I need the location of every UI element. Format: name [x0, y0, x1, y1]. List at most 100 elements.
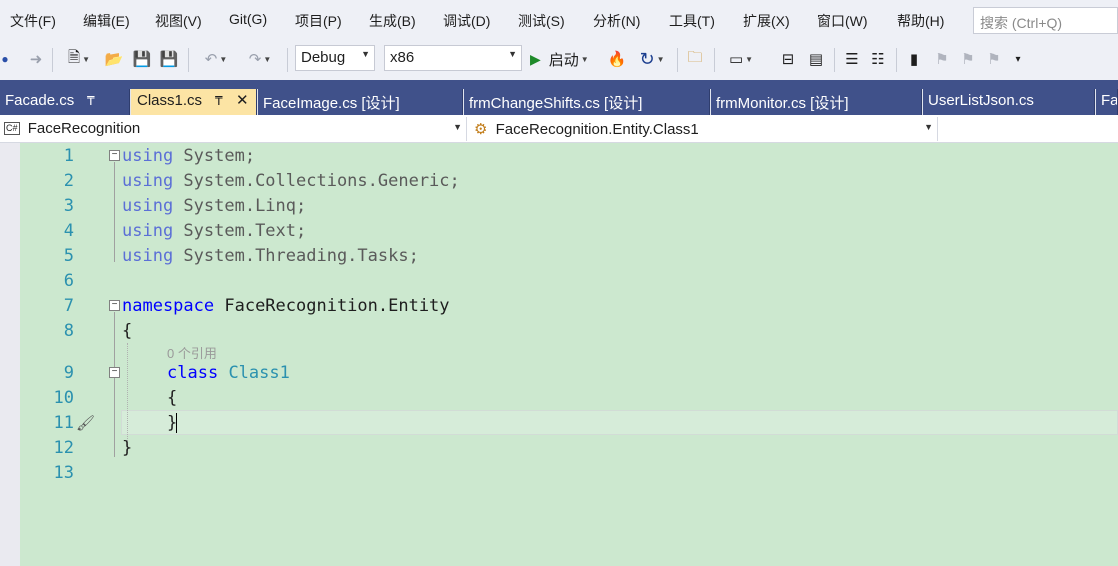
restart-icon[interactable]: ↻ ▼ — [634, 48, 670, 70]
tab-label: frmChangeShifts.cs [设计] — [469, 95, 643, 112]
line-number: 5 — [63, 246, 74, 266]
chevron-down-icon: ▼ — [924, 122, 933, 132]
menu-file[interactable]: 文件(F) — [10, 11, 56, 31]
quick-actions-icon[interactable]: 🖌 — [76, 414, 95, 432]
csharp-project-icon: C# — [4, 122, 20, 135]
project-name: FaceRecognition — [27, 120, 141, 137]
indent-guide — [127, 343, 128, 453]
menu-debug[interactable]: 调试(D) — [443, 11, 490, 31]
clear-bookmarks-icon[interactable]: ⚑ — [984, 48, 1004, 70]
menu-bar: 文件(F) 编辑(E) 视图(V) Git(G) 项目(P) 生成(B) 调试(… — [0, 0, 1118, 40]
collapse-icon[interactable]: − — [109, 367, 120, 378]
hot-reload-icon[interactable]: 🔥 — [608, 48, 627, 70]
tab-frmmonitor[interactable]: frmMonitor.cs [设计] — [711, 89, 922, 115]
search-input[interactable]: 搜索 (Ctrl+Q) — [973, 7, 1118, 34]
menu-edit[interactable]: 编辑(E) — [83, 11, 130, 31]
collapse-icon[interactable]: − — [109, 300, 120, 311]
pin-icon[interactable]: ₸ — [215, 94, 223, 108]
menu-project[interactable]: 项目(P) — [295, 11, 342, 31]
line-number: 8 — [63, 321, 74, 341]
code-editor[interactable]: 1 2 3 4 5 6 7 8 9 10 11 12 13 🖌 − − − us… — [0, 143, 1118, 566]
line-number: 1 — [63, 146, 74, 166]
tab-overflow[interactable]: Fa — [1096, 89, 1118, 115]
menu-analyze[interactable]: 分析(N) — [593, 11, 640, 31]
toolbar-separator — [834, 48, 835, 72]
line-number: 13 — [53, 463, 74, 483]
tab-label: Fa — [1101, 92, 1118, 109]
line-number: 11 — [53, 413, 74, 433]
menu-view[interactable]: 视图(V) — [155, 11, 202, 31]
menu-extensions[interactable]: 扩展(X) — [743, 11, 790, 31]
tab-class1[interactable]: Class1.cs ₸ ✕ — [131, 89, 257, 115]
chevron-down-icon: ▼ — [508, 49, 517, 59]
tab-frmchangeshifts[interactable]: frmChangeShifts.cs [设计] — [464, 89, 710, 115]
menu-window[interactable]: 窗口(W) — [817, 11, 868, 31]
menu-test[interactable]: 测试(S) — [518, 11, 565, 31]
pin-icon[interactable]: ₸ — [87, 94, 95, 108]
platform-select[interactable]: x86 ▼ — [384, 45, 522, 71]
configuration-select[interactable]: Debug ▼ — [295, 45, 375, 71]
forward-icon[interactable]: ➜ — [27, 48, 45, 70]
configuration-value: Debug — [301, 49, 346, 66]
menu-tools[interactable]: 工具(T) — [669, 11, 715, 31]
toolbar-separator — [896, 48, 897, 72]
browser-link-icon[interactable]: ▭ ▼ — [722, 48, 760, 70]
toolbar-separator — [52, 48, 53, 72]
text-caret — [176, 413, 177, 433]
line-number: 7 — [63, 296, 74, 316]
prev-bookmark-icon[interactable]: ⚑ — [932, 48, 952, 70]
code-line-7: namespace FaceRecognition.Entity — [122, 296, 450, 316]
chevron-down-icon: ▼ — [361, 49, 370, 59]
tab-faceimage[interactable]: FaceImage.cs [设计] — [258, 89, 463, 115]
toolbar-overflow-icon[interactable]: ▾ — [1010, 48, 1026, 70]
redo-icon[interactable]: ↷ ▼ — [240, 48, 280, 70]
line-number: 4 — [63, 221, 74, 241]
tab-label: frmMonitor.cs [设计] — [716, 95, 849, 112]
fold-guide — [114, 162, 115, 262]
class-icon: ⚙ — [474, 121, 488, 138]
code-line-1: using System; — [122, 146, 256, 166]
properties-icon[interactable]: ▤ — [806, 48, 826, 70]
type-name: FaceRecognition.Entity.Class1 — [495, 121, 699, 138]
code-line-10: { — [167, 388, 178, 408]
close-icon[interactable]: ✕ — [236, 91, 249, 109]
current-line-highlight — [121, 410, 1118, 435]
new-project-icon[interactable]: 🗎 ▼ — [62, 48, 96, 70]
member-dropdown[interactable] — [940, 117, 1118, 141]
menu-git[interactable]: Git(G) — [229, 11, 267, 27]
document-tab-strip: Facade.cs ₸ Class1.cs ₸ ✕ FaceImage.cs [… — [0, 80, 1118, 115]
back-icon[interactable]: ● — [0, 48, 10, 70]
type-dropdown[interactable]: ⚙ FaceRecognition.Entity.Class1 ▼ — [470, 117, 938, 141]
menu-help[interactable]: 帮助(H) — [897, 11, 944, 31]
start-label: 启动 — [548, 51, 579, 69]
bookmark-icon[interactable]: ▮ — [904, 48, 924, 70]
outdent-icon[interactable]: ☰ — [842, 48, 862, 70]
next-bookmark-icon[interactable]: ⚑ — [958, 48, 978, 70]
code-line-3: using System.Linq; — [122, 196, 307, 216]
line-number: 6 — [63, 271, 74, 291]
toolbar-separator — [677, 48, 678, 72]
undo-icon[interactable]: ↶ ▼ — [196, 48, 236, 70]
class-view-icon[interactable]: ⊟ — [778, 48, 798, 70]
save-all-icon[interactable]: 💾 — [158, 48, 180, 70]
tab-facade[interactable]: Facade.cs ₸ — [0, 89, 130, 115]
toolbar-separator — [714, 48, 715, 72]
find-in-files-icon[interactable]: 🗀 — [684, 48, 706, 70]
tab-userlistjson[interactable]: UserListJson.cs — [923, 89, 1095, 115]
open-folder-icon[interactable]: 📂 — [104, 48, 124, 70]
save-icon[interactable]: 💾 — [132, 48, 152, 70]
project-dropdown[interactable]: C# FaceRecognition ▼ — [0, 117, 467, 141]
comment-icon[interactable]: ☷ — [868, 48, 888, 70]
line-number: 3 — [63, 196, 74, 216]
platform-value: x86 — [390, 49, 415, 66]
start-debug-button[interactable]: ▶ 启动 ▼ — [530, 48, 602, 70]
tab-label: FaceImage.cs [设计] — [263, 95, 400, 112]
indicator-margin[interactable] — [0, 143, 20, 566]
menu-build[interactable]: 生成(B) — [369, 11, 416, 31]
line-number: 9 — [63, 363, 74, 383]
tab-label: UserListJson.cs — [928, 92, 1034, 109]
toolbar-separator — [287, 48, 288, 72]
codelens-references[interactable]: 0 个引用 — [167, 343, 217, 362]
toolbar-separator — [188, 48, 189, 72]
collapse-icon[interactable]: − — [109, 150, 120, 161]
